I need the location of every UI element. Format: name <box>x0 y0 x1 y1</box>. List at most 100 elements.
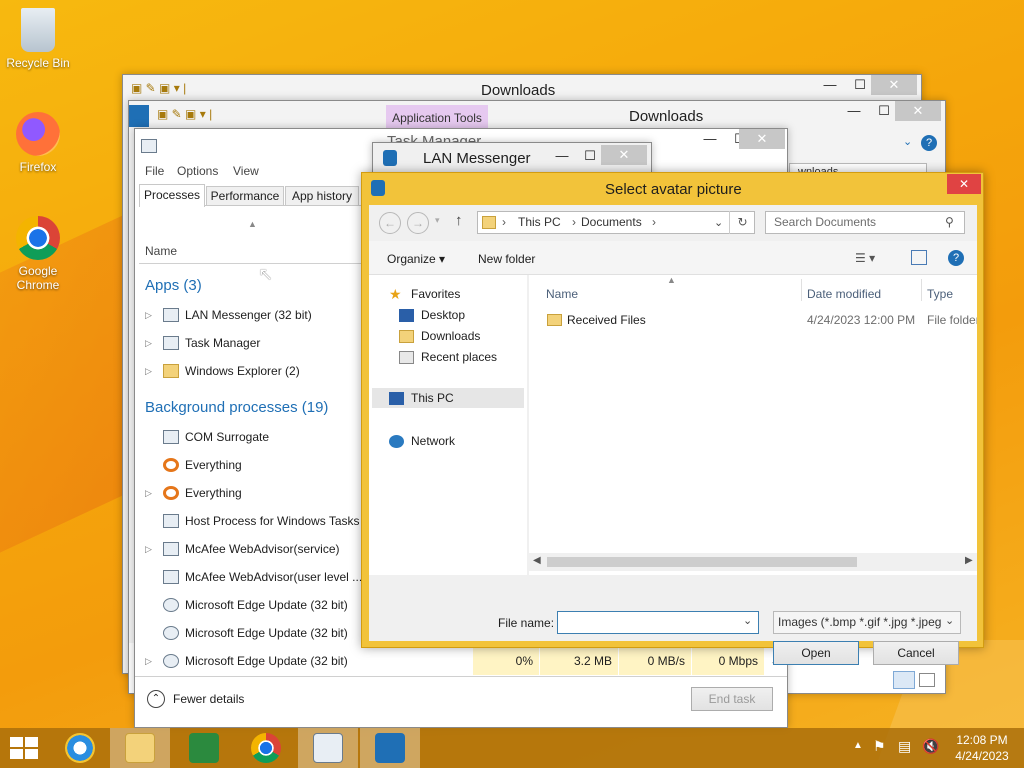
tab-performance[interactable]: Performance <box>206 186 284 206</box>
taskbar-chrome[interactable] <box>236 728 296 768</box>
tiles-view-icon[interactable] <box>919 673 935 687</box>
chevron-down-icon[interactable]: ⌄ <box>945 614 954 627</box>
desktop-icon-chrome[interactable]: Google Chrome <box>0 216 76 292</box>
column-header-name[interactable]: Name <box>546 287 578 301</box>
refresh-icon[interactable]: ↻ <box>729 211 755 234</box>
process-row[interactable]: ▷ Microsoft Edge Update (32 bit) 0% 3.2 M… <box>135 647 787 675</box>
minimize-button[interactable]: — <box>695 129 725 149</box>
minimize-button[interactable]: — <box>815 75 845 95</box>
disk-cell: 0 MB/s <box>619 647 691 675</box>
menu-view[interactable]: View <box>233 164 259 178</box>
process-name: Everything <box>185 486 242 500</box>
expand-icon[interactable]: ▷ <box>145 479 152 507</box>
close-button[interactable]: ✕ <box>871 75 917 95</box>
breadcrumb-this-pc[interactable]: This PC <box>518 212 561 233</box>
taskbar-internet-explorer[interactable] <box>50 728 110 768</box>
scroll-thumb[interactable] <box>547 557 857 567</box>
file-row[interactable]: Received Files 4/24/2023 12:00 PM File f… <box>529 309 977 331</box>
lan-messenger-icon <box>163 308 179 322</box>
view-options-icon[interactable]: ☰ ▾ <box>855 251 875 265</box>
close-button[interactable]: ✕ <box>895 101 941 121</box>
quick-access-icons: ▣ ✎ ▣ ▾ | <box>131 81 187 95</box>
tab-processes[interactable]: Processes <box>139 184 205 207</box>
scroll-right-icon[interactable]: ▶ <box>965 555 973 566</box>
desktop-icon-firefox[interactable]: Firefox <box>0 112 76 174</box>
taskbar-lan-messenger[interactable] <box>360 728 420 768</box>
menu-file[interactable]: File <box>145 164 164 178</box>
details-view-icon[interactable] <box>893 671 915 689</box>
chevron-down-icon[interactable]: ⌄ <box>903 135 912 148</box>
address-bar[interactable]: › This PC › Documents › ⌄ <box>477 211 755 234</box>
close-button[interactable]: ✕ <box>947 174 981 194</box>
minimize-button[interactable]: — <box>839 101 869 121</box>
chevron-down-icon[interactable]: ⌄ <box>714 213 723 234</box>
expand-icon[interactable]: ▷ <box>145 647 152 675</box>
column-header-name[interactable]: Name <box>145 244 177 258</box>
organize-label: Organize <box>387 252 436 266</box>
taskbar-file-explorer[interactable] <box>110 728 170 768</box>
window-title: LAN Messenger <box>423 150 531 167</box>
dialog-toolbar: Organize ▾ New folder ☰ ▾ ? <box>369 241 977 275</box>
process-name: McAfee WebAdvisor(service) <box>185 542 340 556</box>
column-header-date[interactable]: Date modified <box>807 287 881 301</box>
tab-app-history[interactable]: App history <box>285 186 359 206</box>
minimize-button[interactable]: — <box>547 146 577 166</box>
clock[interactable]: 12:08 PM 4/24/2023 <box>950 732 1014 764</box>
volume-muted-icon[interactable]: 🔇 <box>922 738 939 755</box>
file-tab-icon <box>129 105 149 127</box>
title-bar[interactable]: ▣ ✎ ▣ ▾ | Application Tools Downloads — … <box>129 101 945 131</box>
recent-locations-icon[interactable]: ▾ <box>435 215 440 226</box>
file-name-input[interactable] <box>557 611 759 634</box>
file-explorer-icon <box>125 733 155 763</box>
help-icon[interactable]: ? <box>921 135 937 151</box>
divider <box>139 263 361 264</box>
computer-icon <box>389 392 404 405</box>
taskbar-task-manager[interactable] <box>298 728 358 768</box>
help-icon[interactable]: ? <box>948 250 964 266</box>
file-list: ▲ Name Date modified Type Received Files… <box>529 275 977 575</box>
scroll-left-icon[interactable]: ◀ <box>533 555 541 566</box>
organize-button[interactable]: Organize ▾ <box>387 252 445 266</box>
network-icon[interactable]: ▤ <box>898 738 911 755</box>
close-button[interactable]: ✕ <box>739 129 785 149</box>
folder-icon <box>547 314 562 326</box>
process-name: COM Surrogate <box>185 430 270 444</box>
start-button[interactable] <box>10 737 38 759</box>
up-icon[interactable]: ↑ <box>455 212 463 229</box>
desktop-icon-recycle-bin[interactable]: Recycle Bin <box>0 8 76 70</box>
chevron-down-icon[interactable]: ⌄ <box>743 614 752 627</box>
horizontal-scrollbar[interactable]: ◀ ▶ <box>529 553 977 571</box>
open-button[interactable]: Open <box>773 641 859 665</box>
select-avatar-dialog[interactable]: Select avatar picture ✕ ← → ▾ ↑ › This P… <box>361 172 984 665</box>
file-type-filter-value: Images (*.bmp *.gif *.jpg *.jpeg <box>778 615 942 629</box>
expand-icon[interactable]: ▷ <box>145 357 152 385</box>
show-hidden-icons[interactable]: ▲ <box>853 740 863 751</box>
desktop-icon-label: Firefox <box>19 160 57 174</box>
search-documents-input[interactable]: Search Documents <box>765 211 965 234</box>
file-name-label: File name: <box>498 616 555 630</box>
breadcrumb-documents[interactable]: Documents <box>581 212 642 233</box>
preview-pane-icon[interactable] <box>911 250 927 265</box>
new-folder-button[interactable]: New folder <box>478 252 535 266</box>
end-task-button[interactable]: End task <box>691 687 773 711</box>
taskbar-store[interactable] <box>174 728 234 768</box>
menu-options[interactable]: Options <box>177 164 218 178</box>
forward-icon[interactable]: → <box>407 212 429 234</box>
column-header-type[interactable]: Type <box>927 287 953 301</box>
expand-icon[interactable]: ▷ <box>145 301 152 329</box>
nav-this-pc[interactable]: This PC <box>372 388 524 408</box>
process-icon <box>163 542 179 556</box>
dialog-body: ← → ▾ ↑ › This PC › Documents › ⌄ ↻ Sear… <box>369 205 977 665</box>
flag-icon[interactable]: ⚑ <box>873 738 886 755</box>
close-button[interactable]: ✕ <box>601 145 647 165</box>
internet-explorer-icon <box>65 733 95 763</box>
cancel-button[interactable]: Cancel <box>873 641 959 665</box>
back-icon[interactable]: ← <box>379 212 401 234</box>
file-type-filter[interactable]: Images (*.bmp *.gif *.jpg *.jpeg <box>773 611 961 634</box>
desktop-icon <box>399 309 414 322</box>
expand-icon[interactable]: ▷ <box>145 329 152 357</box>
windows-logo-icon <box>10 749 23 759</box>
expand-icon[interactable]: ▷ <box>145 535 152 563</box>
fewer-details-label: Fewer details <box>173 692 245 706</box>
edge-update-icon <box>163 654 179 668</box>
